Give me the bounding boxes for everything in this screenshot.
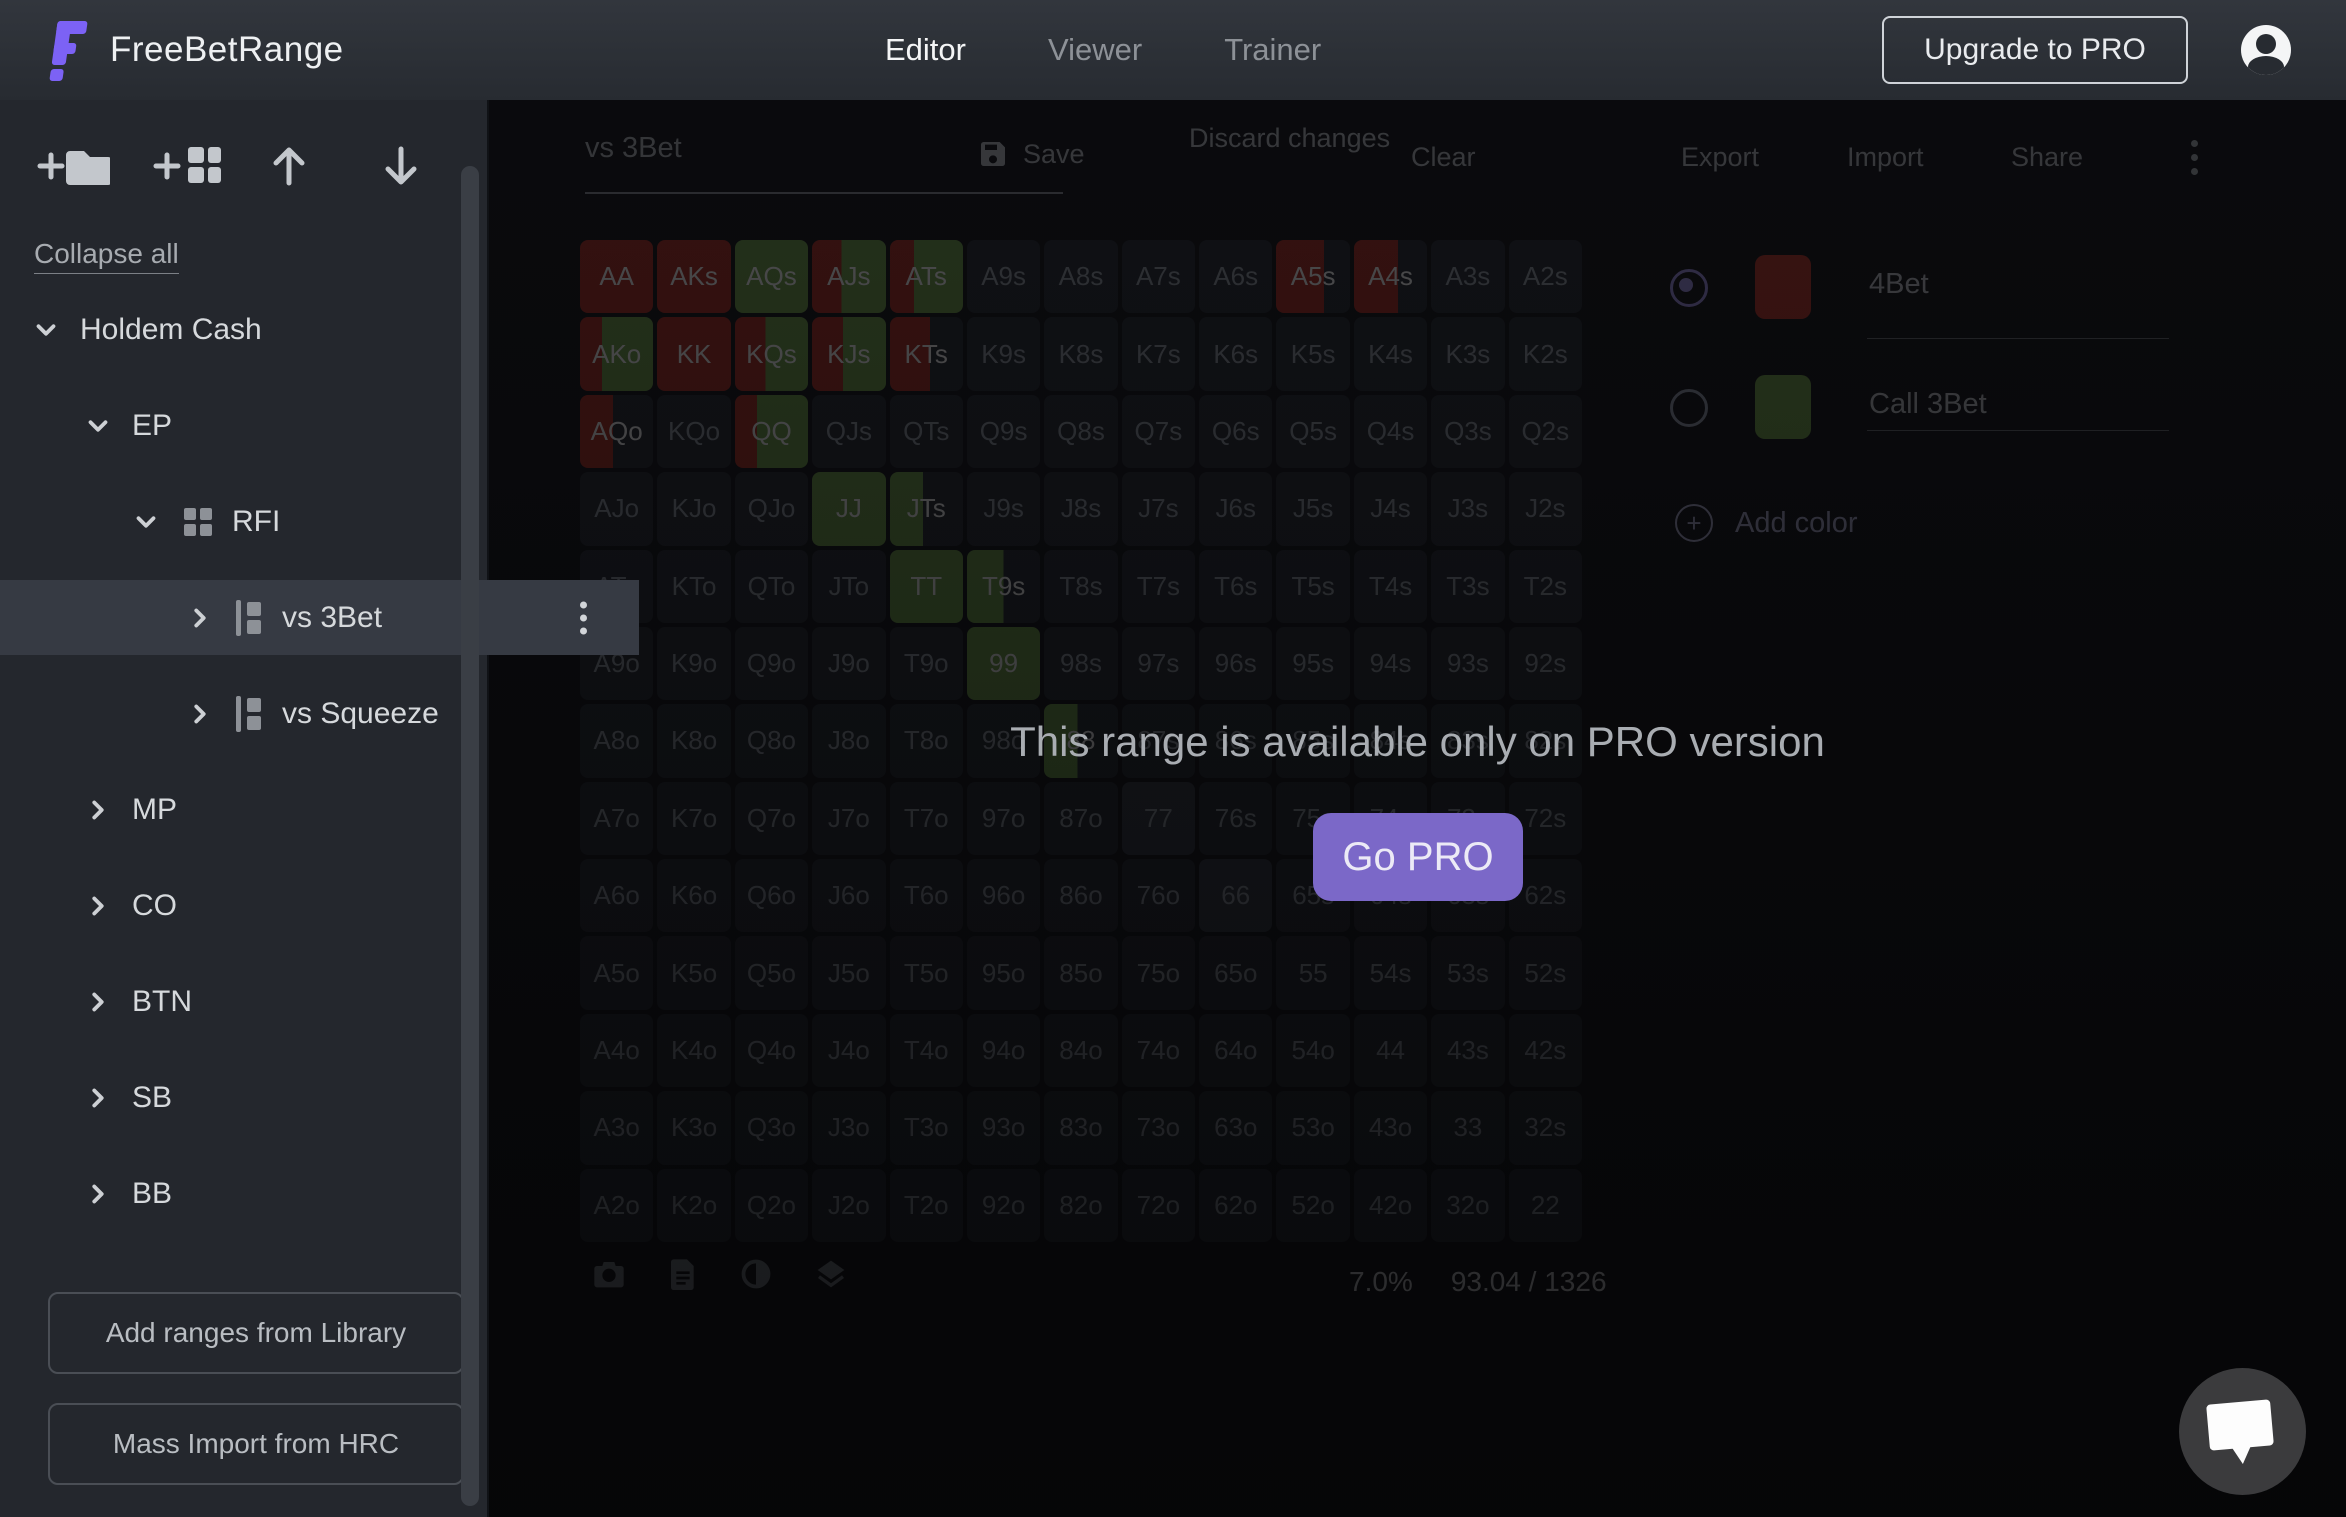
- tree-item-vs-3bet[interactable]: vs 3Bet: [0, 580, 639, 655]
- chevron-right-icon[interactable]: [80, 1080, 116, 1116]
- nav-tabs: Editor Viewer Trainer: [885, 0, 1321, 100]
- tree-item-label: SB: [132, 1081, 172, 1115]
- chevron-right-icon[interactable]: [80, 792, 116, 828]
- tree-item-menu-icon[interactable]: [580, 601, 587, 634]
- add-ranges-from-library-button[interactable]: Add ranges from Library: [48, 1292, 464, 1374]
- chat-widget-button[interactable]: [2179, 1368, 2306, 1495]
- avatar-body: [2248, 56, 2284, 75]
- chevron-right-icon[interactable]: [80, 1176, 116, 1212]
- tree-item-label: BTN: [132, 985, 192, 1019]
- range-icon: [234, 598, 266, 638]
- chat-bubble-tail: [2230, 1443, 2254, 1465]
- tree-item-btn[interactable]: BTN: [0, 964, 537, 1039]
- tree-item-co[interactable]: CO: [0, 868, 537, 943]
- top-navbar: FreeBetRange Editor Viewer Trainer Upgra…: [0, 0, 2346, 100]
- tree-item-rfi[interactable]: RFI: [0, 484, 585, 559]
- tree-item-label: EP: [132, 409, 172, 443]
- sidebar: Collapse all Holdem Cash EP RFI vs 3Bet vs S…: [0, 100, 489, 1517]
- avatar-head: [2256, 34, 2276, 54]
- tree-item-label: vs 3Bet: [282, 601, 382, 635]
- account-avatar-icon[interactable]: [2241, 25, 2291, 75]
- add-range-icon[interactable]: [148, 143, 266, 189]
- tree-item-label: Holdem Cash: [80, 313, 262, 347]
- go-pro-button[interactable]: Go PRO: [1313, 813, 1523, 901]
- chevron-right-icon[interactable]: [182, 696, 218, 732]
- tree-item-label: RFI: [232, 505, 280, 539]
- tree-item-sb[interactable]: SB: [0, 1060, 537, 1135]
- tree-item-bb[interactable]: BB: [0, 1156, 537, 1231]
- upgrade-to-pro-button[interactable]: Upgrade to PRO: [1882, 16, 2188, 84]
- pro-dim-overlay: [489, 100, 2346, 1517]
- tree-item-label: CO: [132, 889, 177, 923]
- tab-trainer[interactable]: Trainer: [1224, 32, 1321, 68]
- move-up-icon[interactable]: [266, 143, 378, 189]
- chevron-right-icon[interactable]: [80, 888, 116, 924]
- tree-item-label: vs Squeeze: [282, 697, 439, 731]
- chat-bubble-icon: [2206, 1399, 2274, 1450]
- collapse-all-link[interactable]: Collapse all: [34, 238, 179, 274]
- sidebar-toolbar: [30, 140, 450, 192]
- brand: FreeBetRange: [48, 19, 344, 81]
- mass-import-from-hrc-button[interactable]: Mass Import from HRC: [48, 1403, 464, 1485]
- tab-editor[interactable]: Editor: [885, 32, 966, 68]
- tree-item-holdem-cash[interactable]: Holdem Cash: [0, 292, 485, 367]
- grid-icon: [180, 504, 216, 540]
- chevron-down-icon[interactable]: [128, 504, 164, 540]
- sidebar-scrollbar[interactable]: [461, 166, 479, 1506]
- tree-item-mp[interactable]: MP: [0, 772, 537, 847]
- freebetrange-logo-icon: [48, 19, 94, 81]
- tree-item-vs-squeeze[interactable]: vs Squeeze: [0, 676, 639, 751]
- range-icon: [234, 694, 266, 734]
- add-folder-icon[interactable]: [30, 143, 148, 189]
- tree-item-ep[interactable]: EP: [0, 388, 537, 463]
- tree-item-label: MP: [132, 793, 177, 827]
- chevron-right-icon[interactable]: [80, 984, 116, 1020]
- range-tree: Holdem Cash EP RFI vs 3Bet vs Squeeze MP CO BTN…: [0, 292, 487, 1231]
- tab-viewer[interactable]: Viewer: [1048, 32, 1142, 68]
- chevron-right-icon[interactable]: [182, 600, 218, 636]
- chevron-down-icon[interactable]: [28, 312, 64, 348]
- move-down-icon[interactable]: [378, 143, 424, 189]
- editor-main: vs 3Bet Save Discard changes Clear Expor…: [489, 100, 2346, 1517]
- pro-message: This range is available only on PRO vers…: [489, 718, 2346, 766]
- chevron-down-icon[interactable]: [80, 408, 116, 444]
- tree-item-label: BB: [132, 1177, 172, 1211]
- brand-name: FreeBetRange: [110, 30, 344, 70]
